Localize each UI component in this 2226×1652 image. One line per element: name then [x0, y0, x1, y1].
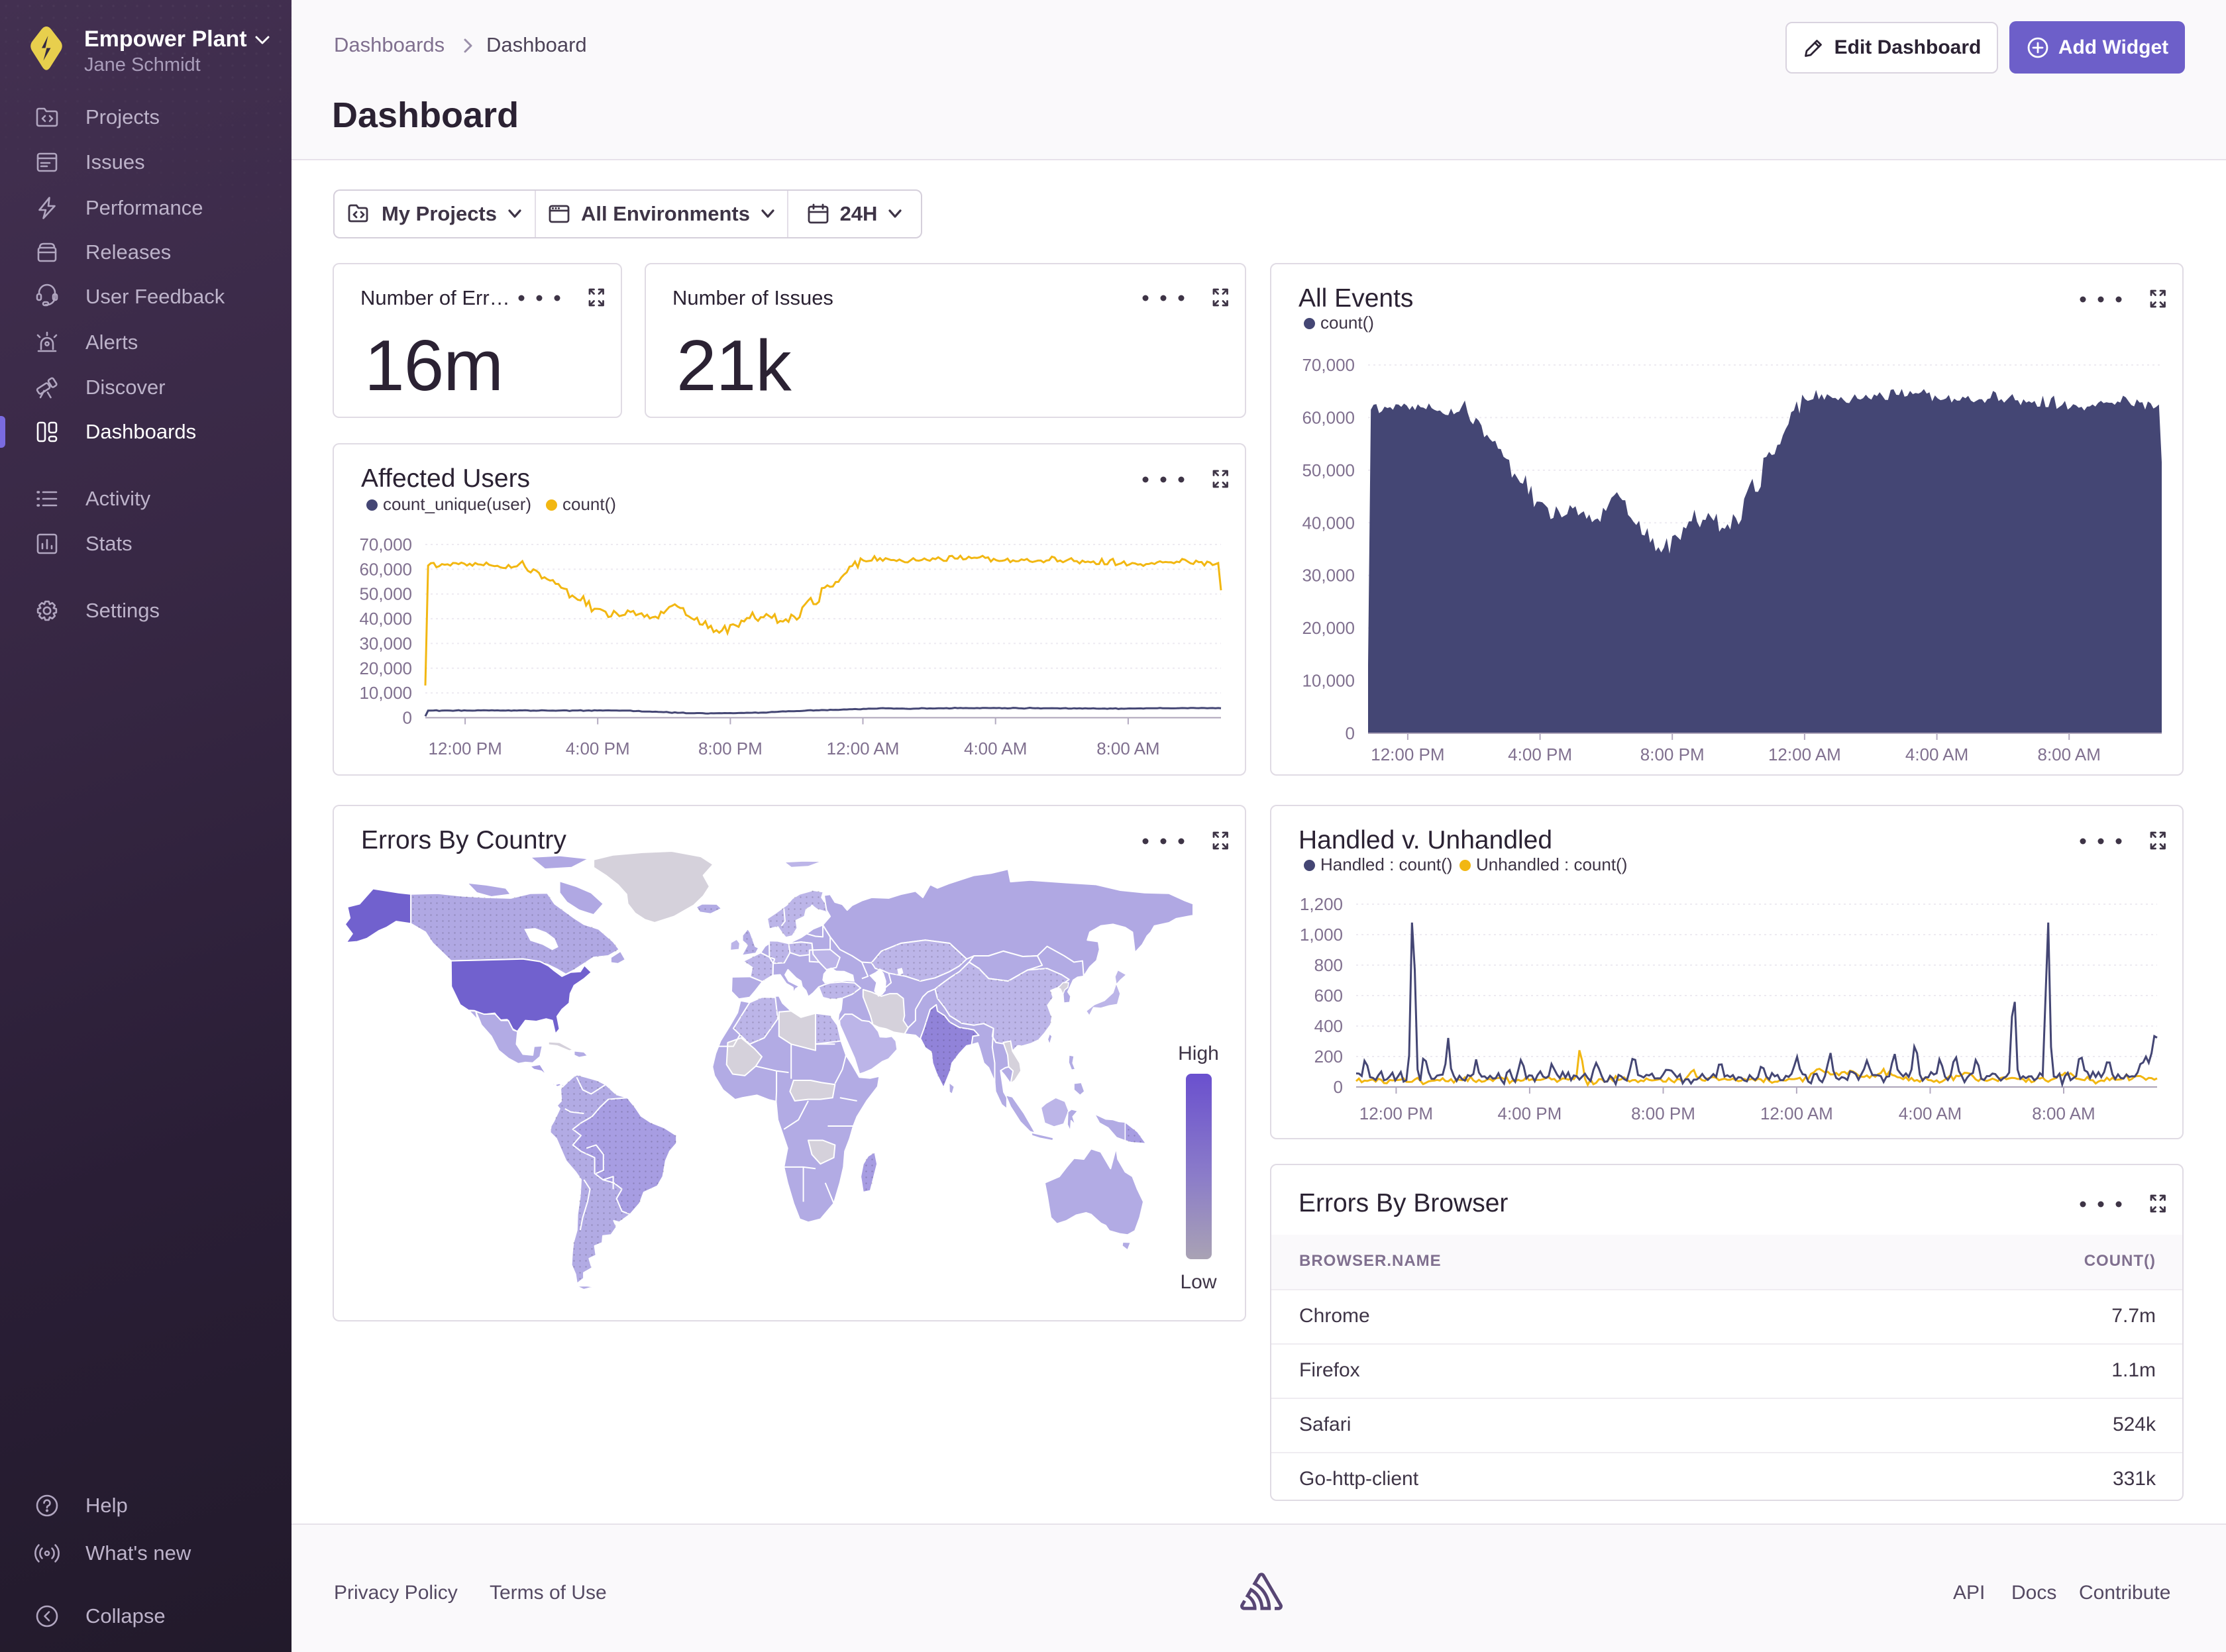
svg-text:8:00 AM: 8:00 AM [2032, 1104, 2095, 1123]
svg-text:1,200: 1,200 [1300, 894, 1343, 914]
svg-text:High: High [1178, 1043, 1219, 1064]
svg-text:1,000: 1,000 [1300, 925, 1343, 945]
svg-text:200: 200 [1314, 1047, 1343, 1066]
svg-text:400: 400 [1314, 1016, 1343, 1036]
svg-text:8:00 PM: 8:00 PM [698, 739, 763, 758]
svg-text:8:00 PM: 8:00 PM [1640, 745, 1705, 764]
svg-text:4:00 AM: 4:00 AM [1899, 1104, 1962, 1123]
svg-text:50,000: 50,000 [1302, 460, 1355, 480]
svg-text:4:00 AM: 4:00 AM [1905, 745, 1968, 764]
svg-text:12:00 AM: 12:00 AM [827, 739, 900, 758]
svg-text:800: 800 [1314, 955, 1343, 975]
svg-text:60,000: 60,000 [1302, 407, 1355, 427]
svg-text:20,000: 20,000 [359, 658, 412, 678]
svg-text:0: 0 [1346, 723, 1355, 743]
svg-text:70,000: 70,000 [1302, 355, 1355, 375]
svg-text:600: 600 [1314, 986, 1343, 1006]
svg-text:4:00 PM: 4:00 PM [1508, 745, 1572, 764]
svg-text:0: 0 [403, 708, 412, 728]
svg-text:40,000: 40,000 [1302, 513, 1355, 533]
svg-text:4:00 PM: 4:00 PM [1497, 1104, 1562, 1123]
svg-text:12:00 PM: 12:00 PM [1371, 745, 1444, 764]
svg-text:8:00 PM: 8:00 PM [1631, 1104, 1695, 1123]
svg-text:4:00 PM: 4:00 PM [566, 739, 630, 758]
svg-text:Low: Low [1180, 1271, 1216, 1293]
svg-text:70,000: 70,000 [359, 535, 412, 554]
svg-text:20,000: 20,000 [1302, 618, 1355, 638]
svg-text:12:00 AM: 12:00 AM [1768, 745, 1841, 764]
svg-text:30,000: 30,000 [359, 633, 412, 653]
svg-text:4:00 AM: 4:00 AM [964, 739, 1027, 758]
svg-text:40,000: 40,000 [359, 609, 412, 629]
svg-text:12:00 PM: 12:00 PM [428, 739, 502, 758]
svg-text:50,000: 50,000 [359, 584, 412, 604]
svg-text:12:00 PM: 12:00 PM [1359, 1104, 1433, 1123]
svg-text:0: 0 [1334, 1077, 1343, 1097]
svg-text:30,000: 30,000 [1302, 566, 1355, 586]
svg-text:8:00 AM: 8:00 AM [1096, 739, 1159, 758]
svg-text:8:00 AM: 8:00 AM [2037, 745, 2100, 764]
svg-text:10,000: 10,000 [359, 683, 412, 703]
svg-text:60,000: 60,000 [359, 559, 412, 579]
svg-text:10,000: 10,000 [1302, 671, 1355, 691]
svg-text:12:00 AM: 12:00 AM [1760, 1104, 1833, 1123]
